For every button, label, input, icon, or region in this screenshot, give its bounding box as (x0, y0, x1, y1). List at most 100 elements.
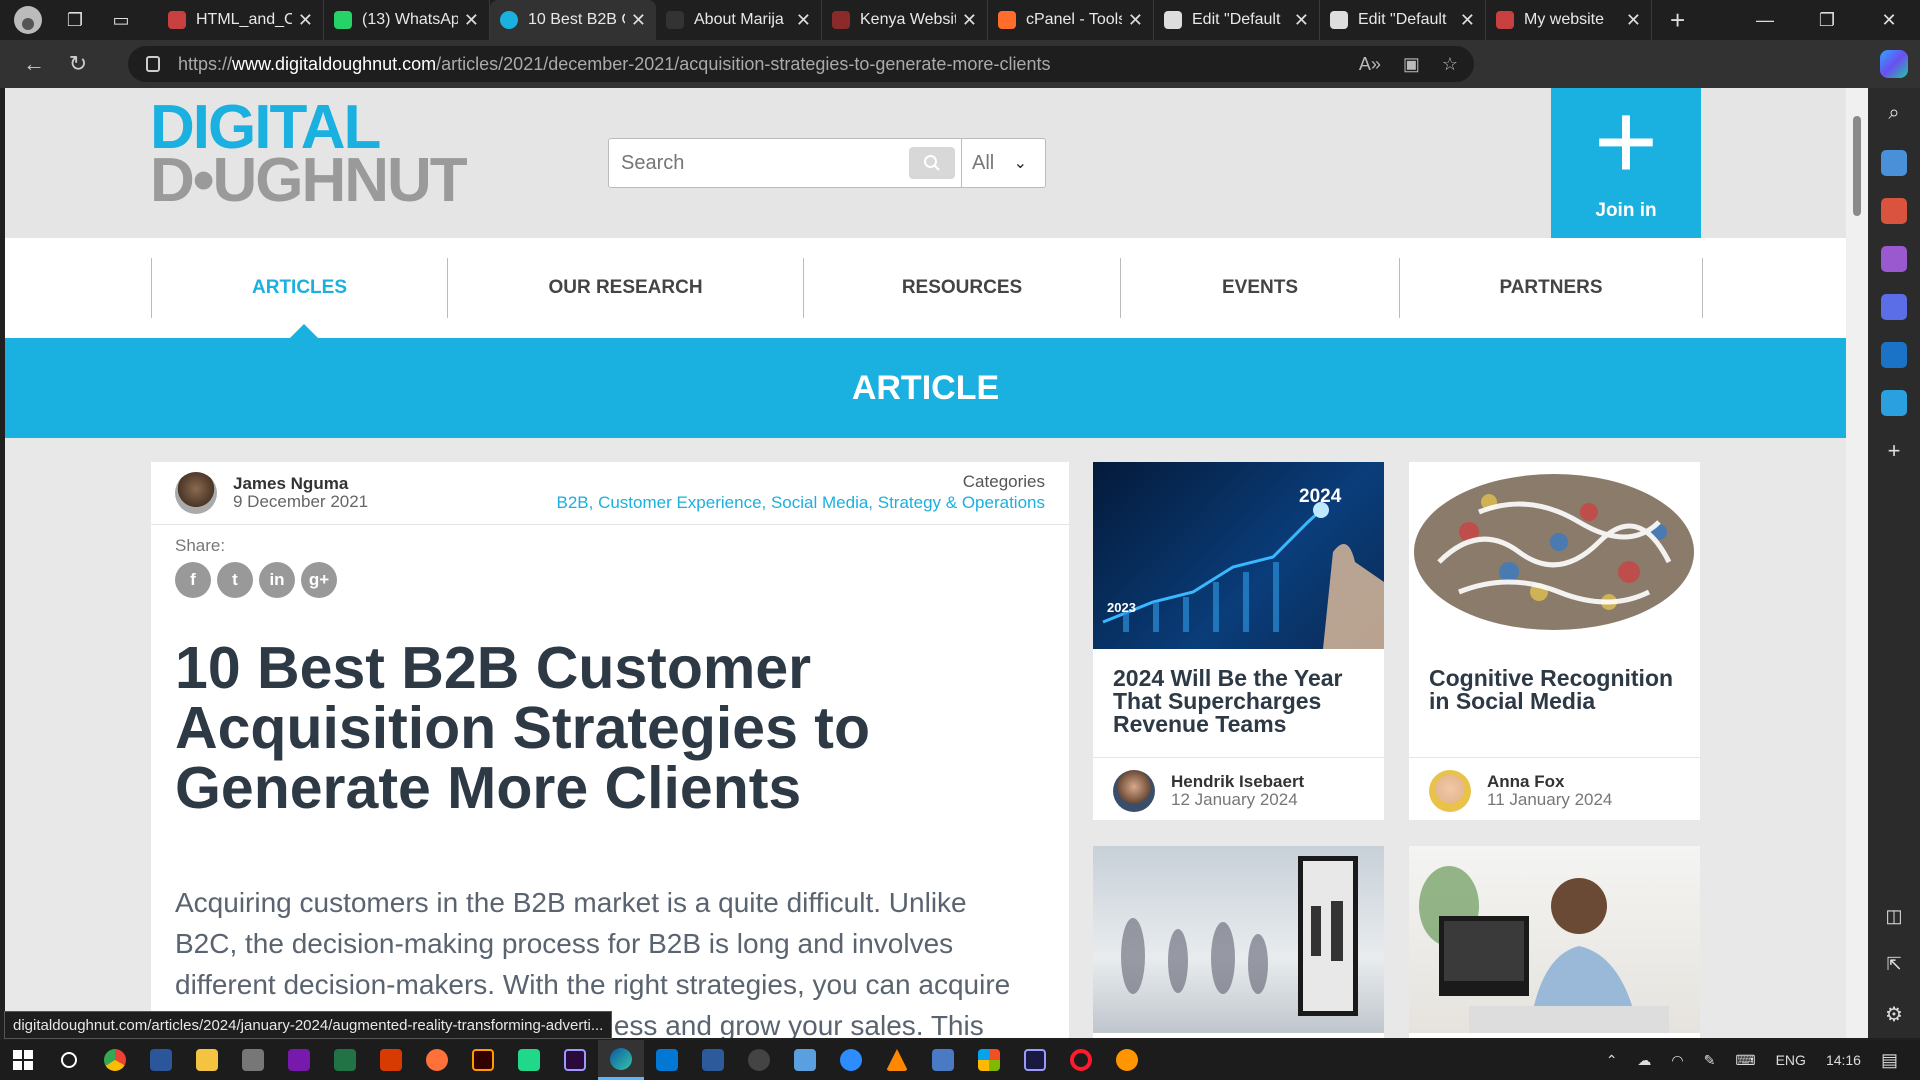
drop-icon[interactable] (1881, 390, 1907, 416)
browser-tab[interactable]: cPanel - Tools ✕ (988, 0, 1154, 40)
app-icon[interactable] (966, 1040, 1012, 1080)
onenote-icon[interactable] (276, 1040, 322, 1080)
pen-icon[interactable]: ✎ (1704, 1052, 1716, 1069)
taskbar-search-icon[interactable] (46, 1040, 92, 1080)
facebook-icon[interactable]: f (175, 562, 211, 598)
app-icon[interactable] (782, 1040, 828, 1080)
close-tab-icon[interactable]: ✕ (962, 10, 977, 31)
browser-tab[interactable]: About Marija ✕ (656, 0, 822, 40)
back-button[interactable]: ← (12, 44, 56, 84)
favorite-star-icon[interactable]: ☆ (1442, 54, 1458, 75)
outlook-icon[interactable] (1881, 342, 1907, 368)
browser-tab[interactable]: 10 Best B2B Customer ✕ (490, 0, 656, 40)
immersive-reader-icon[interactable]: ▣ (1403, 54, 1420, 75)
card-image[interactable] (1409, 846, 1700, 1033)
join-in-button[interactable]: + Join in (1551, 88, 1701, 238)
vlc-icon[interactable] (874, 1040, 920, 1080)
browser-tab[interactable]: Edit "Default ✕ (1154, 0, 1320, 40)
new-tab-button[interactable]: + (1670, 5, 1685, 36)
notifications-icon[interactable]: ▤ (1881, 1050, 1898, 1071)
start-button[interactable] (0, 1040, 46, 1080)
related-card[interactable] (1409, 846, 1700, 1038)
profile-icon[interactable] (14, 6, 42, 34)
minimize-button[interactable]: — (1734, 0, 1796, 40)
after-effects-icon[interactable] (1012, 1040, 1058, 1080)
google-plus-icon[interactable]: g+ (301, 562, 337, 598)
close-tab-icon[interactable]: ✕ (1626, 10, 1641, 31)
scrollbar-thumb[interactable] (1853, 116, 1861, 216)
author-avatar[interactable] (1113, 770, 1155, 812)
close-tab-icon[interactable]: ✕ (1460, 10, 1475, 31)
games-icon[interactable] (1881, 246, 1907, 272)
read-aloud-icon[interactable]: A» (1359, 54, 1381, 75)
site-logo[interactable]: DIGITAL D•UGHNUT (150, 97, 468, 211)
edge-icon[interactable] (598, 1040, 644, 1080)
wifi-icon[interactable]: ◠ (1671, 1052, 1683, 1069)
word-icon[interactable] (138, 1040, 184, 1080)
close-tab-icon[interactable]: ✕ (796, 10, 811, 31)
office-icon[interactable] (368, 1040, 414, 1080)
browser-tab[interactable]: HTML_and_CSS ✕ (158, 0, 324, 40)
app-icon[interactable] (690, 1040, 736, 1080)
premiere-icon[interactable] (552, 1040, 598, 1080)
related-card[interactable] (1093, 846, 1384, 1038)
search-button[interactable] (909, 147, 955, 179)
external-link-icon[interactable]: ⇱ (1881, 954, 1907, 980)
app-icon[interactable] (230, 1040, 276, 1080)
clock[interactable]: 14:16 (1826, 1052, 1861, 1068)
browser-tab[interactable]: (13) WhatsApp ✕ (324, 0, 490, 40)
zoom-icon[interactable] (828, 1040, 874, 1080)
refresh-button[interactable]: ↻ (56, 44, 100, 84)
microsoft-365-icon[interactable] (1881, 294, 1907, 320)
shopping-icon[interactable] (1881, 150, 1907, 176)
card-image[interactable] (1409, 462, 1700, 649)
related-card[interactable]: Cognitive Recognition in Social Media An… (1409, 462, 1700, 820)
nav-articles[interactable]: ARTICLES (151, 258, 447, 318)
browser-tab[interactable]: Edit "Default ✕ (1320, 0, 1486, 40)
app-icon[interactable] (920, 1040, 966, 1080)
onedrive-icon[interactable]: ☁ (1637, 1052, 1651, 1069)
author-name[interactable]: Hendrik Isebaert (1171, 772, 1304, 792)
search-input[interactable] (609, 139, 909, 187)
search-icon[interactable]: ⌕ (1881, 102, 1907, 128)
page-scrollbar[interactable] (1846, 88, 1868, 1038)
close-tab-icon[interactable]: ✕ (1294, 10, 1309, 31)
copilot-icon[interactable] (1880, 50, 1908, 78)
search-filter-select[interactable]: All ⌄ (961, 139, 1045, 187)
obs-icon[interactable] (736, 1040, 782, 1080)
author-name[interactable]: James Nguma (233, 474, 348, 494)
workspaces-icon[interactable]: ❐ (62, 7, 88, 33)
vscode-icon[interactable] (644, 1040, 690, 1080)
close-window-button[interactable]: ✕ (1858, 0, 1920, 40)
nav-our-research[interactable]: OUR RESEARCH (447, 258, 803, 318)
nav-events[interactable]: EVENTS (1120, 258, 1399, 318)
author-name[interactable]: Anna Fox (1487, 772, 1564, 792)
pycharm-icon[interactable] (506, 1040, 552, 1080)
close-tab-icon[interactable]: ✕ (1128, 10, 1143, 31)
sidebar-settings-icon[interactable]: ⚙ (1881, 1002, 1907, 1028)
tools-icon[interactable] (1881, 198, 1907, 224)
file-explorer-icon[interactable] (184, 1040, 230, 1080)
hide-sidebar-icon[interactable]: ◫ (1881, 906, 1907, 932)
add-sidebar-app-icon[interactable]: + (1881, 438, 1907, 464)
author-avatar[interactable] (1429, 770, 1471, 812)
close-tab-icon[interactable]: ✕ (298, 10, 313, 31)
related-card[interactable]: 2024 2023 2024 Will Be the Year That Sup… (1093, 462, 1384, 820)
close-tab-icon[interactable]: ✕ (464, 10, 479, 31)
excel-icon[interactable] (322, 1040, 368, 1080)
twitter-icon[interactable]: t (217, 562, 253, 598)
opera-icon[interactable] (1058, 1040, 1104, 1080)
tab-actions-icon[interactable]: ▭ (108, 7, 134, 33)
firefox-icon[interactable] (1104, 1040, 1150, 1080)
firefox-icon[interactable] (414, 1040, 460, 1080)
nav-partners[interactable]: PARTNERS (1399, 258, 1703, 318)
language-indicator[interactable]: ENG (1776, 1052, 1806, 1068)
browser-tab[interactable]: My website ✕ (1486, 0, 1652, 40)
category-links[interactable]: B2B, Customer Experience, Social Media, … (556, 493, 1045, 513)
linkedin-icon[interactable]: in (259, 562, 295, 598)
nav-resources[interactable]: RESOURCES (803, 258, 1120, 318)
address-bar[interactable]: https://www.digitaldoughnut.com/articles… (128, 46, 1474, 82)
illustrator-icon[interactable] (460, 1040, 506, 1080)
card-title[interactable]: 2024 Will Be the Year That Supercharges … (1113, 667, 1373, 736)
chrome-icon[interactable] (92, 1040, 138, 1080)
